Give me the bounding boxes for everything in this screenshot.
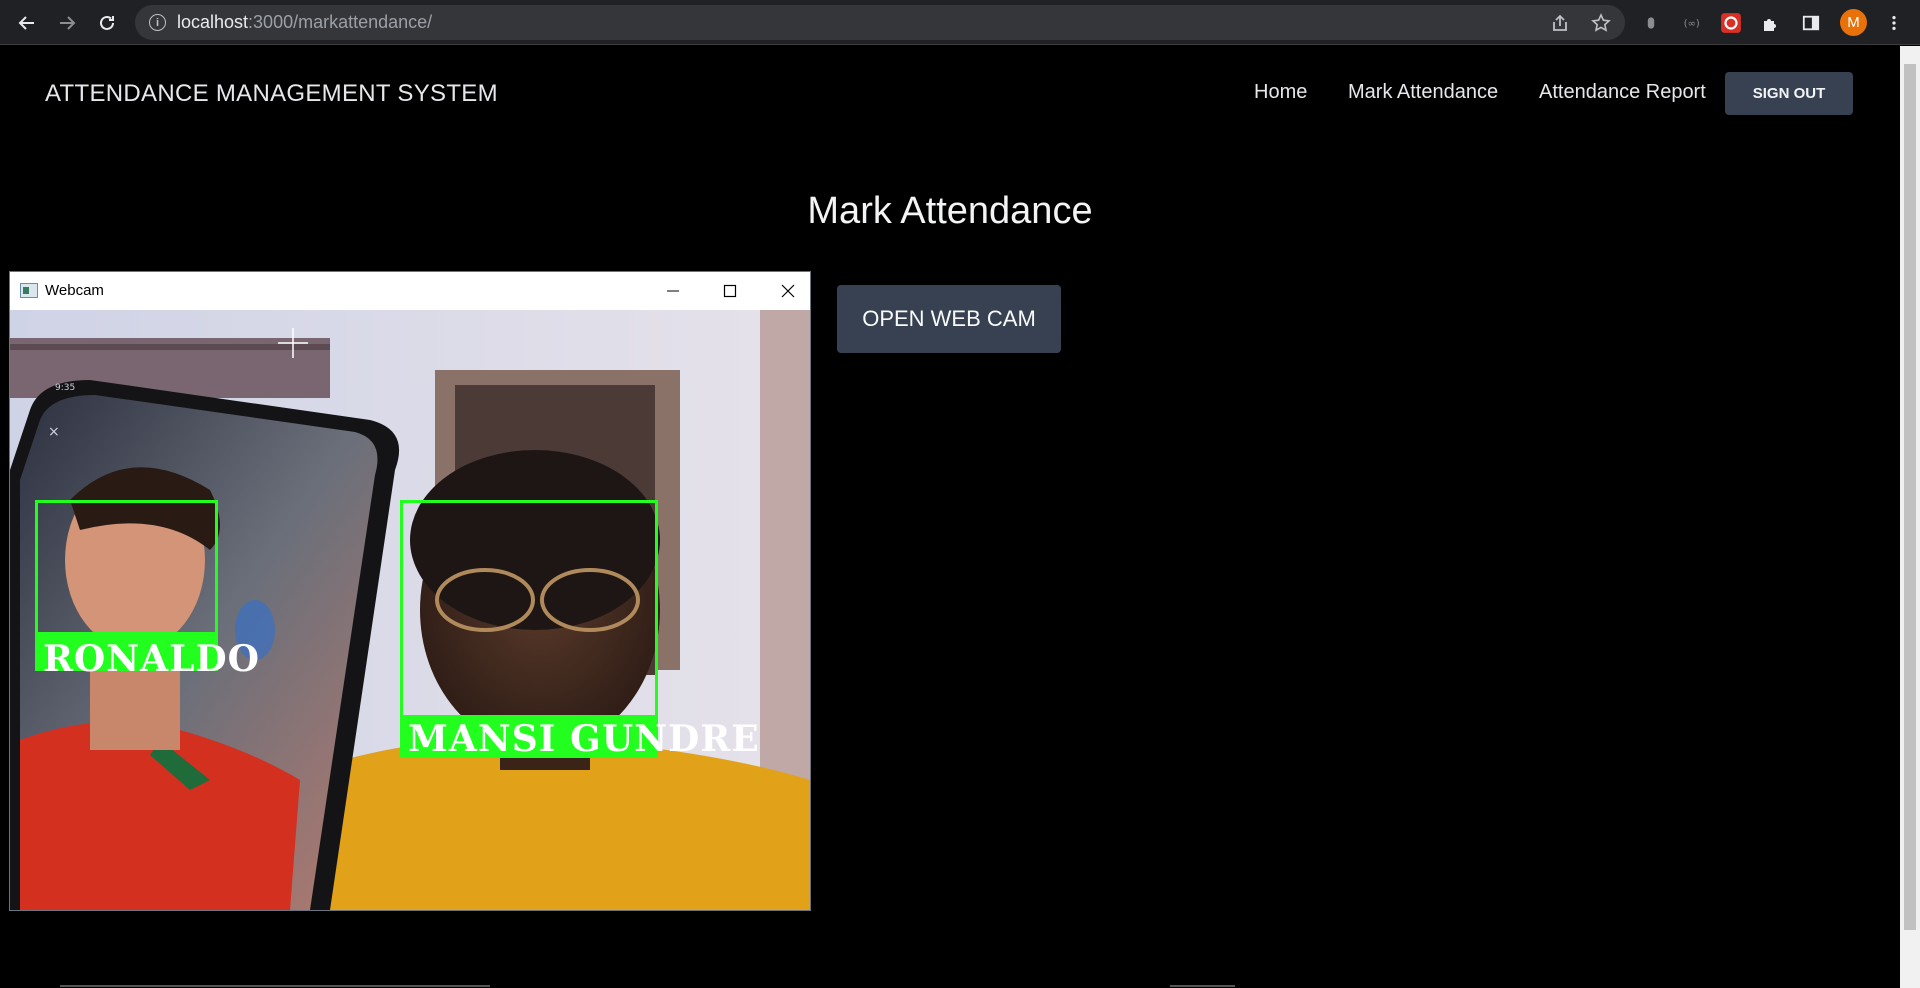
minimize-icon[interactable] <box>650 272 696 310</box>
address-bar[interactable]: i localhost:3000/markattendance/ <box>135 5 1625 40</box>
open-web-cam-button[interactable]: OPEN WEB CAM <box>837 285 1061 353</box>
menu-icon[interactable] <box>1880 9 1908 37</box>
url-text: localhost:3000/markattendance/ <box>177 12 432 33</box>
webcam-feed: × 9:35 RONALDO MANSI GUNDRE <box>10 310 810 910</box>
forward-arrow-icon[interactable] <box>52 8 82 38</box>
star-icon[interactable] <box>1587 9 1615 37</box>
url-path: :3000/markattendance/ <box>248 12 433 32</box>
avatar[interactable]: M <box>1840 9 1867 36</box>
puzzle-icon[interactable] <box>1757 9 1785 37</box>
browser-toolbar: i localhost:3000/markattendance/ (∞) M <box>0 0 1920 45</box>
maximize-icon[interactable] <box>707 272 753 310</box>
app-window-icon <box>20 283 38 298</box>
nav-link-mark-attendance[interactable]: Mark Attendance <box>1348 81 1498 104</box>
face-label-ronaldo: RONALDO <box>43 638 261 680</box>
extension-icon[interactable] <box>1637 9 1665 37</box>
sign-out-button[interactable]: SIGN OUT <box>1725 72 1853 115</box>
site-navbar: ATTENDANCE MANAGEMENT SYSTEM Home Mark A… <box>0 46 1900 142</box>
url-host: localhost <box>177 12 249 32</box>
back-arrow-icon[interactable] <box>12 8 42 38</box>
crosshair-cursor-icon <box>278 328 308 358</box>
extension-icon[interactable]: (∞) <box>1677 9 1705 37</box>
webcam-window[interactable]: Webcam × 9:35 RONALDO MANSI GUNDRE <box>10 272 810 910</box>
window-titlebar[interactable]: Webcam <box>10 272 810 310</box>
share-icon[interactable] <box>1546 9 1574 37</box>
reload-icon[interactable] <box>92 8 122 38</box>
divider <box>1170 985 1235 987</box>
svg-text:×: × <box>48 424 60 440</box>
scrollbar-thumb[interactable] <box>1904 64 1916 930</box>
page-scrollbar[interactable] <box>1900 46 1920 988</box>
svg-text:9:35: 9:35 <box>55 383 75 393</box>
divider <box>60 985 490 987</box>
nav-link-home[interactable]: Home <box>1254 81 1307 104</box>
info-icon[interactable]: i <box>149 14 166 31</box>
window-title: Webcam <box>45 282 104 299</box>
nav-link-attendance-report[interactable]: Attendance Report <box>1539 81 1706 104</box>
page-title: Mark Attendance <box>807 190 1093 232</box>
face-detection-box <box>35 500 218 635</box>
close-icon[interactable] <box>765 272 811 310</box>
site-brand[interactable]: ATTENDANCE MANAGEMENT SYSTEM <box>45 80 498 108</box>
sidebar-icon[interactable] <box>1797 9 1825 37</box>
svg-text:(∞): (∞) <box>1684 19 1700 30</box>
face-label-mansi-gundre: MANSI GUNDRE <box>408 718 760 760</box>
extension-icon[interactable] <box>1717 9 1745 37</box>
face-detection-box <box>400 500 658 718</box>
